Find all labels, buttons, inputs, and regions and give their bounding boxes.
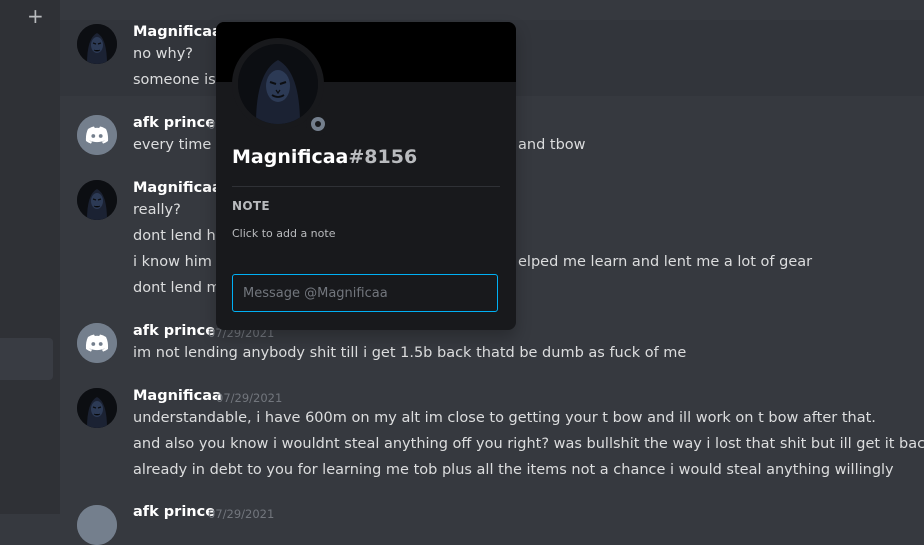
message-line: already in debt to you for learning me t… [133,462,894,478]
note-heading: NOTE [232,199,270,213]
divider [232,186,500,187]
message-author[interactable]: afk prince [133,115,215,131]
mask-avatar[interactable] [77,24,117,64]
message-line-tail: elped me learn and lent me a lot of gear [518,254,813,270]
message-timestamp: 07/29/2021 [216,391,283,405]
profile-avatar[interactable] [238,44,318,124]
username-text: Magnificaa [232,146,349,168]
user-profile-popout: Magnificaa#8156 NOTE Click to add a note [216,22,516,330]
discord-avatar[interactable] [77,505,117,545]
message-line: someone is u [133,72,230,88]
message-line: really? [133,202,181,218]
message-line: understandable, i have 600m on my alt im… [133,410,876,426]
discriminator-text: #8156 [348,146,418,168]
sidebar-item-active[interactable] [0,338,53,380]
message-line: no why? [133,46,193,62]
discord-avatar[interactable] [77,115,117,155]
message-line: dont lend hir [133,228,226,244]
message-author[interactable]: afk prince [133,323,215,339]
discord-avatar[interactable] [77,323,117,363]
message-author[interactable]: afk prince [133,504,215,520]
message-author[interactable]: Magnificaa [133,24,222,40]
server-sidebar: + [0,0,60,514]
note-field[interactable]: Click to add a note [232,227,335,240]
message-line: and also you know i wouldnt steal anythi… [133,436,924,452]
message-line-tail: and tbow [518,137,586,153]
mask-avatar[interactable] [77,388,117,428]
status-indicator [306,112,330,136]
message-author[interactable]: Magnificaa [133,180,222,196]
mask-avatar[interactable] [77,180,117,220]
message-timestamp: 07/29/2021 [208,507,275,521]
profile-avatar-frame [232,38,330,136]
offline-status-icon [311,117,325,131]
direct-message-input[interactable] [232,274,498,312]
message-author[interactable]: Magnificaa [133,388,222,404]
message-line: im not lending anybody shit till i get 1… [133,345,687,361]
profile-username[interactable]: Magnificaa#8156 [232,146,417,168]
add-server-icon[interactable]: + [27,4,44,28]
top-strip [60,0,924,20]
